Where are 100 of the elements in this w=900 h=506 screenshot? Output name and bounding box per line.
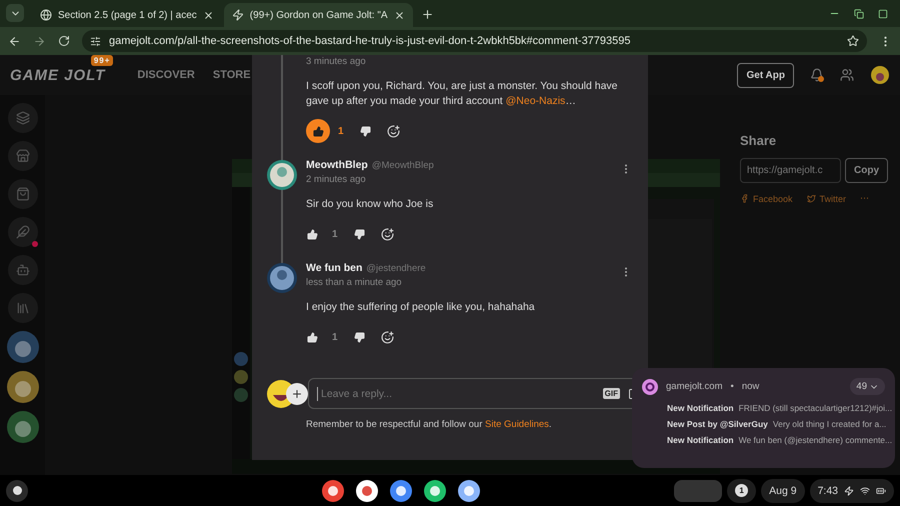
thumbs-up-icon — [306, 332, 318, 342]
comment-handle: @MeowthBlep — [372, 160, 434, 170]
get-app-button[interactable]: Get App — [737, 62, 794, 88]
clock-text: 7:43 — [818, 484, 838, 496]
circle-icon — [12, 486, 22, 495]
tab-list-button[interactable] — [6, 4, 24, 22]
smiley-plus-icon — [386, 124, 400, 138]
like-button[interactable] — [306, 119, 330, 143]
store-icon — [16, 149, 30, 163]
avatar — [266, 262, 298, 294]
comment-text: I enjoy the suffering of people like you, hahahaha — [306, 300, 536, 315]
community-avatar[interactable] — [6, 331, 38, 363]
back-icon[interactable] — [8, 34, 21, 48]
date-button[interactable]: Aug 9 — [761, 478, 805, 502]
community-avatar[interactable] — [6, 411, 38, 443]
robot-icon — [16, 263, 30, 277]
bird-icon — [806, 194, 816, 203]
share-title: Share — [740, 133, 778, 148]
notification-title: New Notification — [667, 435, 734, 445]
reply-input[interactable]: Leave a reply... — [317, 386, 595, 400]
gif-button[interactable]: GIF — [602, 388, 620, 399]
react-button[interactable] — [386, 124, 400, 138]
thumbs-down-icon — [360, 126, 371, 136]
new-tab-icon[interactable] — [420, 8, 434, 21]
bell-icon[interactable] — [810, 68, 824, 82]
like-count: 1 — [338, 126, 344, 136]
separator-dot: • — [730, 381, 734, 392]
thumbs-down-icon — [354, 228, 365, 240]
library-button[interactable] — [8, 293, 38, 323]
like-count: 1 — [332, 332, 338, 342]
close-icon[interactable] — [202, 10, 214, 20]
plus-icon — [291, 388, 303, 400]
comment-time: 2 minutes ago — [306, 174, 367, 185]
notification-body: Very old thing I created for a... — [772, 419, 886, 429]
browser-tab[interactable]: Section 2.5 (page 1 of 2) | acec — [32, 3, 222, 27]
dislike-button[interactable] — [354, 228, 365, 240]
notification-tray-button[interactable]: 1 — [727, 478, 756, 502]
react-button[interactable] — [380, 330, 394, 344]
mention-link[interactable]: @Neo-Nazis — [506, 95, 566, 107]
site-guidelines-link[interactable]: Site Guidelines — [485, 419, 549, 430]
community-avatar[interactable] — [6, 371, 38, 403]
notification-count-button[interactable]: 49 — [850, 378, 885, 395]
app-icon[interactable] — [424, 480, 446, 502]
app-icon[interactable] — [322, 480, 344, 502]
smiley-plus-icon — [380, 228, 394, 240]
comment-author[interactable]: MeowthBlep — [306, 159, 368, 171]
browser-tab[interactable]: (99+) Gordon on Game Jolt: "A — [224, 3, 413, 27]
user-avatar[interactable] — [870, 65, 890, 85]
notification-title: New Post by @SilverGuy — [667, 419, 768, 429]
library-icon — [16, 301, 30, 315]
forward-icon[interactable] — [33, 34, 46, 48]
reload-icon[interactable] — [58, 35, 70, 47]
app-icon[interactable] — [458, 480, 480, 502]
site-icon — [642, 378, 658, 394]
notification-source: gamejolt.com — [666, 381, 722, 392]
share-url-field[interactable]: https://gamejolt.c — [740, 158, 841, 183]
people-icon[interactable] — [840, 68, 854, 82]
comment-time: less than a minute ago — [306, 277, 403, 288]
dislike-button[interactable] — [354, 332, 365, 342]
copy-button[interactable]: Copy — [845, 158, 888, 183]
maximize-icon[interactable] — [878, 8, 888, 19]
notification-body: FRIEND (still spectaculartiger1212)#joi... — [738, 403, 892, 413]
comment-handle: @jestendhere — [366, 262, 426, 274]
avatar — [266, 159, 298, 191]
add-button[interactable] — [286, 382, 308, 404]
comment-text: Sir do you know who Joe is — [306, 197, 434, 212]
site-settings-icon — [90, 36, 101, 46]
like-count: 1 — [332, 228, 338, 240]
nav-link[interactable]: STORE — [212, 69, 251, 81]
feather-button[interactable] — [8, 217, 38, 247]
star-icon[interactable] — [847, 35, 859, 47]
app-icon[interactable] — [390, 480, 412, 502]
thumbs-up-icon — [312, 126, 324, 136]
react-button[interactable] — [380, 228, 394, 240]
notification-time: now — [742, 381, 760, 392]
restore-icon[interactable] — [854, 8, 864, 19]
feather-icon — [16, 225, 30, 239]
bag-button[interactable] — [8, 179, 38, 209]
facebook-icon — [740, 194, 749, 203]
bag-icon — [16, 187, 30, 201]
comment-author[interactable]: We fun ben — [306, 262, 362, 274]
app-icon[interactable] — [356, 480, 378, 502]
notification-title: New Notification — [667, 403, 734, 413]
dislike-button[interactable] — [360, 126, 371, 136]
robot-button[interactable] — [8, 255, 38, 285]
smiley-plus-icon — [380, 330, 394, 344]
thumbs-down-icon — [354, 332, 365, 342]
nav-link[interactable]: DISCOVER — [137, 69, 195, 81]
address-bar[interactable]: gamejolt.com/p/all-the-screenshots-of-the-bastard-he-truly-is-just-evil-don-t-2wbkh5bk#comment-37793595 — [82, 30, 867, 52]
tab-title: (99+) Gordon on Game Jolt: "A — [250, 10, 388, 20]
notification-count: 99+ — [90, 55, 114, 66]
store-button[interactable] — [8, 141, 38, 171]
url-text: gamejolt.com/p/all-the-screenshots-of-the-bastard-he-truly-is-just-evil-don-t-2wbkh5bk#comment-37793595 — [109, 35, 632, 47]
layers-button[interactable] — [8, 103, 38, 133]
close-icon[interactable] — [394, 10, 405, 20]
status-area[interactable]: 7:43 — [810, 478, 894, 502]
comment-time: 3 minutes ago — [306, 56, 367, 67]
comment-text: I scoff upon you, Richard. You, are just a monster. You should have gave up after you made your third account @Neo-Nazis… — [306, 79, 619, 109]
launcher-button[interactable] — [6, 480, 28, 502]
notification-popup[interactable]: gamejolt.com • now 49 New Notification FRIEND (still spectaculartiger1212)#joi... New Post by @SilverGuy Very old thing I created for a... New Notification We fun ben (@jestendhere) commente... — [632, 368, 895, 468]
